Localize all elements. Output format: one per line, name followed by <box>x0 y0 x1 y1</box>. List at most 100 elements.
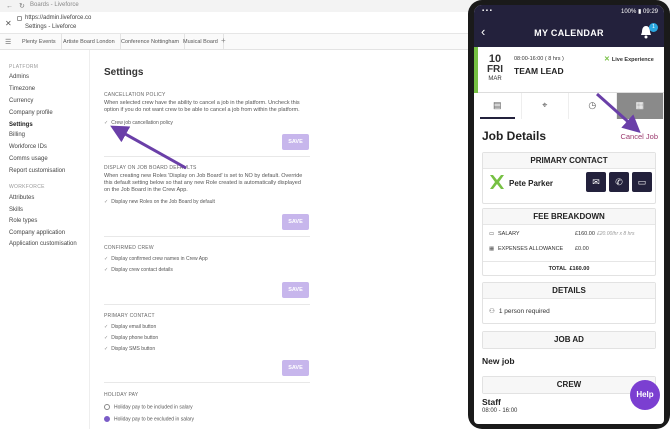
crew-time: 08:00 - 16:00 <box>482 408 518 414</box>
tab-details[interactable]: ▤ <box>474 93 522 119</box>
page-title-text: Settings - Liveforce <box>25 24 77 30</box>
sidebar-item-skills[interactable]: Skills <box>9 207 23 213</box>
status-stripe <box>474 47 478 93</box>
holiday-pay-included-radio[interactable]: Holiday pay to be included in salary <box>104 404 193 410</box>
tab-plenty-events[interactable]: Plenty Events <box>17 34 62 50</box>
signal-icon: ▪ ▪ ▪ <box>482 8 492 14</box>
clock-icon: ◷ <box>588 100 597 110</box>
job-ad-card: JOB AD <box>482 331 656 349</box>
fee-breakdown-title: FEE BREAKDOWN <box>483 209 655 225</box>
phone-button[interactable]: ✆ <box>609 172 629 192</box>
chat-icon: ▭ <box>637 177 647 187</box>
radio-selected-icon <box>104 416 110 422</box>
app-title: MY CALENDAR <box>534 28 604 38</box>
phone-frame: ▪ ▪ ▪ 100% ▮ 09:29 ‹ MY CALENDAR 1 10 FR… <box>468 0 670 429</box>
cancellation-policy-description: When selected crew have the ability to c… <box>104 100 300 113</box>
check-icon: ✓ <box>104 335 109 341</box>
sidebar-item-company-application[interactable]: Company application <box>9 230 65 236</box>
document-icon: ▤ <box>492 100 502 110</box>
help-button[interactable]: Help <box>630 380 660 410</box>
fee-row-expenses: ▦ EXPENSES ALLOWANCE £0.00 <box>489 246 589 252</box>
fee-breakdown-card: FEE BREAKDOWN ▭ SALARY £160.00 £20.00/hr … <box>482 208 656 276</box>
app-header: ‹ MY CALENDAR 1 <box>474 19 664 47</box>
cancel-job-link[interactable]: Cancel Job <box>620 132 658 141</box>
tab-clock[interactable]: ◷ <box>569 93 617 119</box>
sidebar-item-attributes[interactable]: Attributes <box>9 195 34 201</box>
tab-location[interactable]: ⌖ <box>522 93 569 119</box>
display-sms-checkbox[interactable]: ✓ Display SMS button <box>104 346 155 352</box>
sms-button[interactable]: ▭ <box>632 172 652 192</box>
detail-tabs: ▤ ⌖ ◷ ▦ <box>474 93 664 119</box>
sidebar-item-company-profile[interactable]: Company profile <box>9 110 53 116</box>
tab-payslip[interactable]: ▦ <box>616 93 664 119</box>
email-button[interactable]: ✉ <box>586 172 606 192</box>
job-summary-card[interactable]: 10 FRI MAR 08:00-16:00 ( 8 hrs ) TEAM LE… <box>474 47 664 93</box>
back-arrow-icon[interactable]: ← <box>6 3 13 10</box>
tab-musical-board[interactable]: Musical Board <box>178 34 224 50</box>
cancellation-policy-heading: CANCELLATION POLICY <box>104 92 166 98</box>
sidebar-item-role-types[interactable]: Role types <box>9 218 37 224</box>
sidebar-item-application-customisation[interactable]: Application customisation <box>9 241 77 247</box>
check-icon: ✓ <box>104 120 109 126</box>
save-button-confirmed-crew[interactable]: SAVE <box>282 282 309 298</box>
sidebar-item-timezone[interactable]: Timezone <box>9 86 35 92</box>
tab-artiste-board-london[interactable]: Artiste Board London <box>58 34 121 50</box>
browser-tab-title[interactable]: Boards - Liveforce <box>30 2 79 8</box>
page-title: Settings <box>104 67 144 78</box>
divider <box>104 156 310 157</box>
check-icon: ✓ <box>104 256 109 262</box>
brand-logo-icon: ✕ <box>604 56 610 63</box>
display-new-roles-checkbox[interactable]: ✓ Display new Roles on the Job Board by d… <box>104 199 215 205</box>
divider <box>104 304 310 305</box>
sidebar: PLATFORM Admins Timezone Currency Compan… <box>0 50 90 429</box>
display-crew-names-checkbox[interactable]: ✓ Display confirmed crew names in Crew Ap… <box>104 256 208 262</box>
display-email-checkbox[interactable]: ✓ Display email button <box>104 324 156 330</box>
holiday-pay-excluded-radio[interactable]: Holiday pay to be excluded in salary <box>104 416 194 422</box>
sidebar-heading-platform: PLATFORM <box>9 64 39 70</box>
menu-icon[interactable]: ☰ <box>5 38 11 46</box>
display-phone-checkbox[interactable]: ✓ Display phone button <box>104 335 158 341</box>
fee-total: TOTAL £160.00 <box>483 261 655 275</box>
job-ad-text: New job <box>482 356 515 366</box>
contact-name: Pete Parker <box>509 179 554 188</box>
divider <box>104 236 310 237</box>
add-tab-icon[interactable]: + <box>221 36 226 45</box>
close-icon[interactable]: ✕ <box>5 19 12 28</box>
sidebar-item-admins[interactable]: Admins <box>9 74 29 80</box>
brand-label: ✕ Live Experience <box>604 56 654 63</box>
status-right: 100% ▮ 09:29 <box>620 9 658 15</box>
tab-underline <box>480 117 515 119</box>
job-time: 08:00-16:00 ( 8 hrs ) <box>514 56 564 62</box>
holiday-pay-heading: HOLIDAY PAY <box>104 392 139 398</box>
sidebar-item-workforce-ids[interactable]: Workforce IDs <box>9 144 47 150</box>
sidebar-item-settings[interactable]: Settings <box>9 122 33 128</box>
save-button-display-board[interactable]: SAVE <box>282 214 309 230</box>
status-bar: ▪ ▪ ▪ 100% ▮ 09:29 <box>474 5 664 19</box>
browser-nav: ← ↻ <box>6 2 31 10</box>
sidebar-item-comms-usage[interactable]: Comms usage <box>9 156 48 162</box>
tab-conference-nottingham[interactable]: Conference Nottingham <box>116 34 186 50</box>
sidebar-item-currency[interactable]: Currency <box>9 98 33 104</box>
crew-job-cancellation-checkbox[interactable]: ✓ Crew job cancellation policy <box>104 120 173 126</box>
check-icon: ✓ <box>104 324 109 330</box>
phone-icon: ✆ <box>615 177 623 187</box>
job-ad-title: JOB AD <box>483 332 655 348</box>
save-button-primary-contact[interactable]: SAVE <box>282 360 309 376</box>
refresh-icon[interactable]: ↻ <box>19 3 25 10</box>
save-button-cancellation[interactable]: SAVE <box>282 134 309 150</box>
receipt-icon: ▦ <box>635 100 645 110</box>
sidebar-item-report-customisation[interactable]: Report customisation <box>9 168 65 174</box>
envelope-icon: ✉ <box>592 177 600 187</box>
url-text[interactable]: https://admin.liveforce.co <box>25 15 91 21</box>
primary-contact-card: PRIMARY CONTACT Pete Parker ✉ ✆ ▭ <box>482 152 656 204</box>
check-icon: ✓ <box>104 199 109 205</box>
notification-badge: 1 <box>649 23 658 32</box>
sidebar-item-billing[interactable]: Billing <box>9 132 25 138</box>
confirmed-crew-heading: CONFIRMED CREW <box>104 245 154 251</box>
crew-name: Staff <box>482 397 501 407</box>
job-date: 10 FRI MAR <box>486 53 504 83</box>
display-crew-contact-checkbox[interactable]: ✓ Display crew contact details <box>104 267 173 273</box>
phone-screen: ▪ ▪ ▪ 100% ▮ 09:29 ‹ MY CALENDAR 1 10 FR… <box>474 5 664 424</box>
primary-contact-heading: PRIMARY CONTACT <box>104 313 155 319</box>
display-job-board-heading: DISPLAY ON JOB BOARD DEFAULTS <box>104 165 197 171</box>
